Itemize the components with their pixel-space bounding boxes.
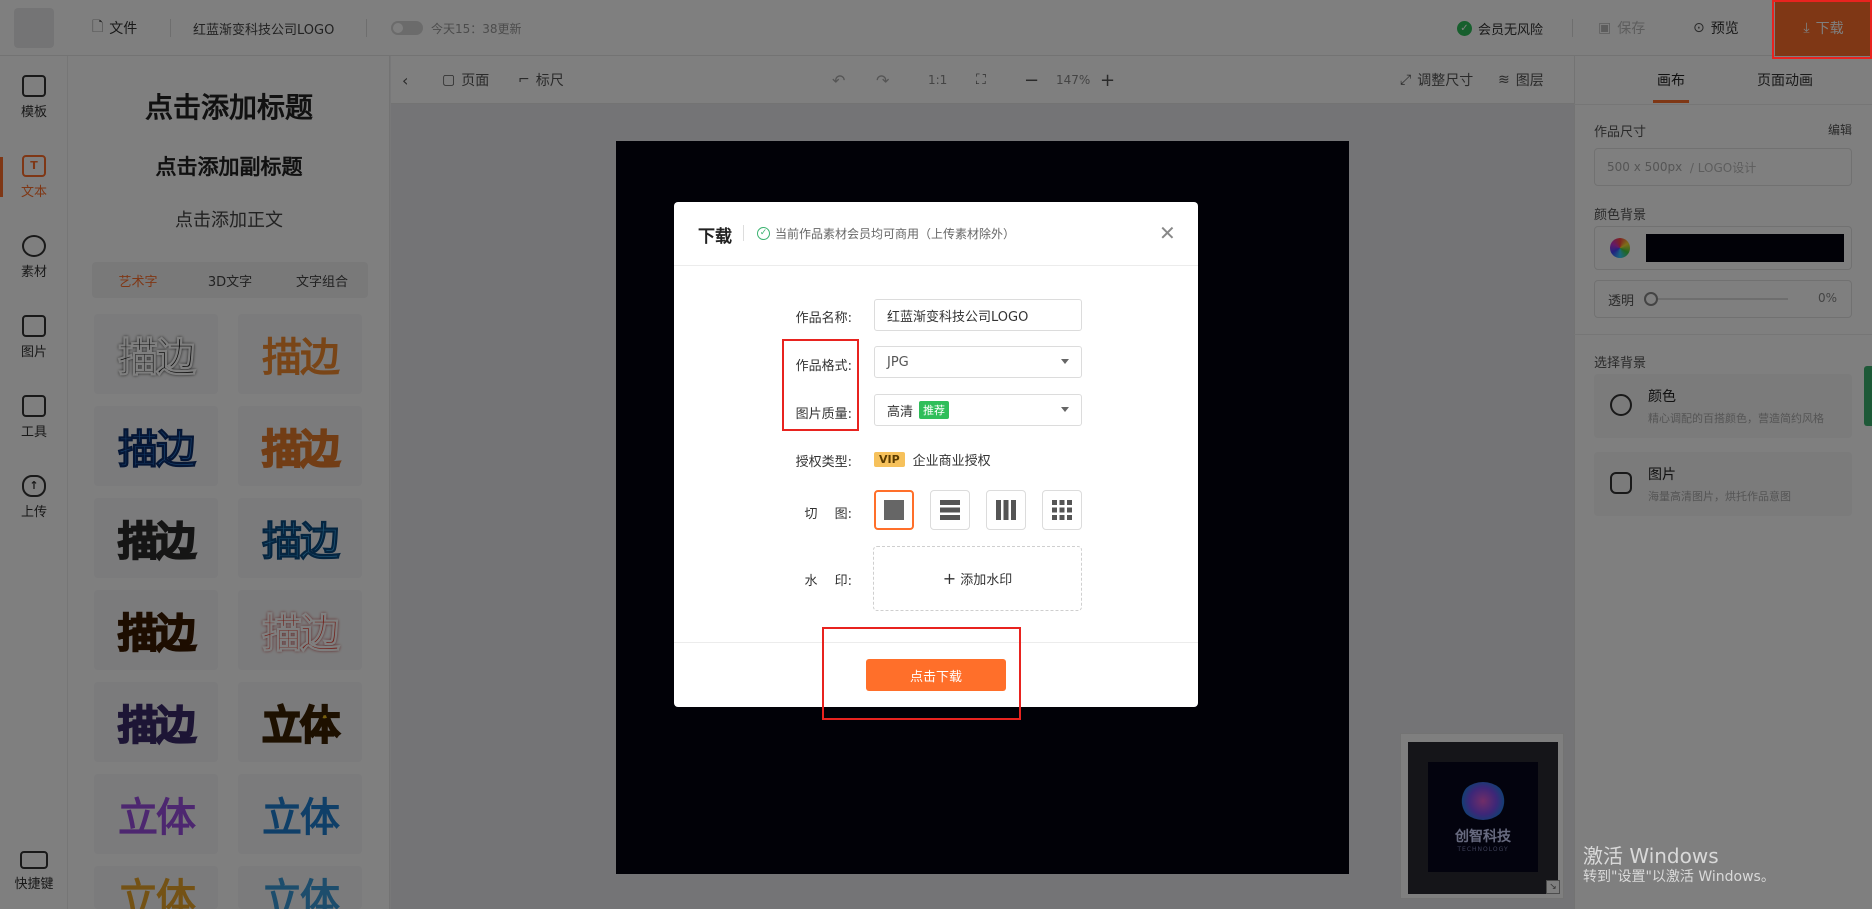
highlight-format-quality (782, 339, 859, 431)
caret-down-icon (1061, 359, 1069, 364)
caret-down-icon (1061, 407, 1069, 412)
format-select[interactable]: JPG (874, 346, 1082, 378)
close-icon[interactable]: ✕ (1159, 221, 1176, 245)
dialog-divider (674, 265, 1198, 266)
title-divider (743, 225, 744, 241)
quality-select[interactable]: 高清 推荐 (874, 394, 1082, 426)
license-label: 授权类型: (795, 455, 852, 470)
check-circle-icon: ✓ (757, 227, 770, 240)
cut-option-single[interactable] (874, 490, 914, 530)
windows-activation-title: 激活 Windows (1583, 844, 1719, 868)
plus-icon: + (942, 569, 957, 588)
dialog-note: ✓ 当前作品素材会员均可商用（上传素材除外） (757, 225, 1015, 242)
recommend-badge: 推荐 (919, 401, 950, 419)
grid-icon (1052, 500, 1072, 520)
name-label: 作品名称: (795, 311, 852, 326)
vip-badge: VIP (874, 452, 905, 467)
highlight-download-button (1772, 0, 1872, 59)
cut-option-grid[interactable] (1042, 490, 1082, 530)
single-block-icon (884, 500, 904, 520)
license-value: VIP 企业商业授权 (874, 450, 991, 469)
rows-icon (940, 500, 960, 520)
watermark-label: 水 印: (804, 574, 852, 589)
windows-activation-desc: 转到"设置"以激活 Windows。 (1583, 869, 1775, 885)
dialog-title: 下载 (698, 227, 732, 247)
cut-option-rows[interactable] (930, 490, 970, 530)
add-watermark-button[interactable]: + 添加水印 (873, 546, 1082, 611)
columns-icon (996, 500, 1016, 520)
name-input[interactable]: 红蓝渐变科技公司LOGO (874, 299, 1082, 331)
cut-label: 切 图: (804, 507, 852, 522)
highlight-confirm-download (822, 627, 1021, 720)
cut-option-columns[interactable] (986, 490, 1026, 530)
